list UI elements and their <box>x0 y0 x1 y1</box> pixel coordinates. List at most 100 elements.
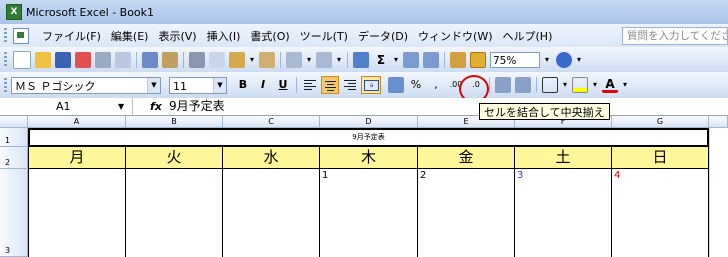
row-header-2[interactable]: 2 <box>0 147 28 169</box>
merged-title-cell[interactable]: 9月予定表 <box>28 128 709 147</box>
align-right-icon[interactable] <box>341 76 359 94</box>
increase-indent-icon[interactable] <box>515 77 531 93</box>
italic-button[interactable]: I <box>254 76 272 94</box>
day-cell-sun[interactable]: 日 <box>612 147 709 169</box>
workbook-icon[interactable] <box>13 27 29 44</box>
print-preview-icon[interactable] <box>115 51 131 68</box>
sort-ascending-icon[interactable] <box>403 51 419 68</box>
toolbar-grip[interactable] <box>4 52 7 67</box>
cut-icon[interactable] <box>189 51 205 68</box>
fill-color-icon[interactable] <box>572 77 588 93</box>
date-cell-sat[interactable]: 3 <box>515 169 612 257</box>
toolbar-separator <box>347 51 348 68</box>
font-size-value: 11 <box>173 79 187 93</box>
menu-file[interactable]: ファイル(F) <box>37 28 106 44</box>
toolbar-grip[interactable] <box>4 77 7 93</box>
autosum-icon[interactable]: Σ <box>373 52 389 68</box>
worksheet-grid[interactable]: A B C D E F G 1 2 3 9月予定表 月 火 水 木 金 土 日 … <box>0 116 728 257</box>
borders-icon[interactable] <box>542 77 558 93</box>
font-color-icon[interactable]: A <box>602 77 618 93</box>
column-header-d[interactable]: D <box>320 116 418 128</box>
save-icon[interactable] <box>55 51 71 68</box>
chart-wizard-icon[interactable] <box>450 51 466 68</box>
chevron-down-icon[interactable]: ▼ <box>213 77 226 93</box>
comma-style-button[interactable]: , <box>427 76 445 94</box>
decrease-indent-icon[interactable] <box>495 77 511 93</box>
day-cell-fri[interactable]: 金 <box>418 147 515 169</box>
font-size-select[interactable]: 11 ▼ <box>169 76 227 94</box>
name-box[interactable]: A1 ▼ <box>0 98 133 115</box>
help-icon[interactable] <box>556 51 572 68</box>
menu-format[interactable]: 書式(O) <box>245 28 294 44</box>
chevron-down-icon[interactable]: ▼ <box>118 98 124 115</box>
menu-tools[interactable]: ツール(T) <box>295 28 353 44</box>
merge-and-center-icon[interactable]: a <box>361 76 381 94</box>
fx-icon[interactable]: fx <box>150 98 162 115</box>
select-all-corner[interactable] <box>0 116 28 128</box>
day-cell-tue[interactable]: 火 <box>126 147 223 169</box>
date-cell-mon[interactable] <box>28 169 126 257</box>
print-icon[interactable] <box>95 51 111 68</box>
row-header-1[interactable]: 1 <box>0 128 28 147</box>
row-header-3[interactable]: 3 <box>0 169 28 257</box>
percent-style-button[interactable]: % <box>407 76 425 94</box>
menu-view[interactable]: 表示(V) <box>153 28 201 44</box>
day-cell-wed[interactable]: 水 <box>223 147 320 169</box>
align-center-icon[interactable] <box>321 76 339 94</box>
drawing-icon[interactable] <box>470 51 486 68</box>
paste-icon[interactable] <box>229 51 245 68</box>
menu-window[interactable]: ウィンドウ(W) <box>413 28 497 44</box>
day-cell-mon[interactable]: 月 <box>28 147 126 169</box>
chevron-down-icon[interactable]: ▾ <box>540 52 554 68</box>
chevron-down-icon[interactable]: ▾ <box>620 77 630 93</box>
toolbar-grip[interactable] <box>4 28 7 43</box>
date-cell-wed[interactable] <box>223 169 320 257</box>
spelling-icon[interactable] <box>142 51 158 68</box>
new-icon[interactable] <box>13 50 31 69</box>
research-icon[interactable] <box>162 51 178 68</box>
chevron-down-icon[interactable]: ▾ <box>560 77 570 93</box>
date-cell-sun[interactable]: 4 <box>612 169 709 257</box>
day-cell-sat[interactable]: 土 <box>515 147 612 169</box>
currency-icon[interactable] <box>388 77 404 93</box>
chevron-down-icon[interactable]: ▾ <box>590 77 600 93</box>
menu-help[interactable]: ヘルプ(H) <box>498 28 558 44</box>
redo-icon[interactable] <box>316 51 332 68</box>
hyperlink-icon[interactable] <box>353 51 369 68</box>
chevron-down-icon[interactable]: ▾ <box>247 52 257 68</box>
permission-icon[interactable] <box>75 51 91 68</box>
align-left-icon[interactable] <box>301 76 319 94</box>
underline-button[interactable]: U <box>274 76 292 94</box>
formula-input[interactable]: 9月予定表 <box>169 98 225 115</box>
menu-data[interactable]: データ(D) <box>353 28 413 44</box>
date-cell-thu[interactable]: 1 <box>320 169 418 257</box>
font-name-select[interactable]: ＭＳ Ｐゴシック ▼ <box>11 76 161 94</box>
row-number: 3 <box>5 246 11 255</box>
zoom-select[interactable]: 75% <box>490 51 540 68</box>
column-header-b[interactable]: B <box>126 116 223 128</box>
date-cell-fri[interactable]: 2 <box>418 169 515 257</box>
bold-button[interactable]: B <box>234 76 252 94</box>
column-header-h[interactable] <box>709 116 728 128</box>
chevron-down-icon[interactable]: ▾ <box>391 52 401 68</box>
toolbar-options-icon[interactable]: ▾ <box>574 52 584 68</box>
gridline <box>709 128 710 257</box>
day-cell-thu[interactable]: 木 <box>320 147 418 169</box>
formatting-toolbar: ＭＳ Ｐゴシック ▼ 11 ▼ B I U a % , .00 .0 ▾ ▾ A… <box>0 72 728 98</box>
column-header-a[interactable]: A <box>28 116 126 128</box>
chevron-down-icon[interactable]: ▾ <box>304 52 314 68</box>
chevron-down-icon[interactable]: ▾ <box>334 52 344 68</box>
undo-icon[interactable] <box>286 51 302 68</box>
help-search-input[interactable]: 質問を入力してくださ <box>622 27 728 45</box>
format-painter-icon[interactable] <box>259 51 275 68</box>
sort-descending-icon[interactable] <box>423 51 439 68</box>
column-header-g[interactable]: G <box>612 116 709 128</box>
chevron-down-icon[interactable]: ▼ <box>147 77 160 93</box>
copy-icon[interactable] <box>209 51 225 68</box>
column-header-c[interactable]: C <box>223 116 320 128</box>
menu-edit[interactable]: 編集(E) <box>106 28 154 44</box>
row-number: 1 <box>5 136 11 145</box>
open-icon[interactable] <box>35 51 51 68</box>
date-cell-tue[interactable] <box>126 169 223 257</box>
menu-insert[interactable]: 挿入(I) <box>202 28 246 44</box>
